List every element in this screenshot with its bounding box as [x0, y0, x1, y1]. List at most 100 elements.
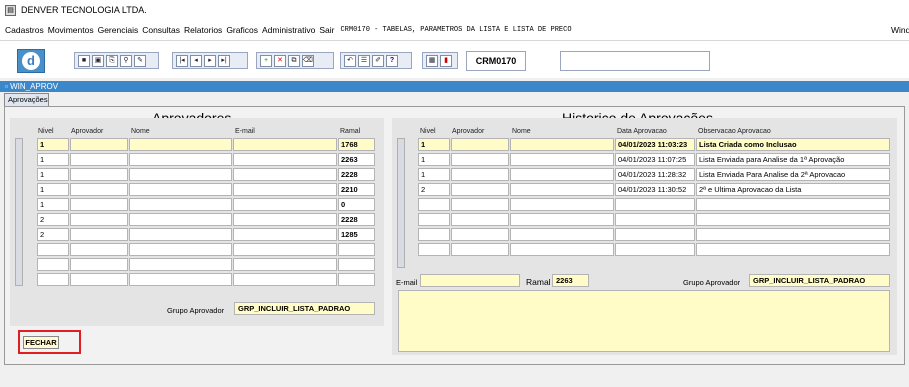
historico-cell-nome[interactable]: [510, 213, 614, 226]
aprovadores-cell-aprovador[interactable]: [70, 243, 128, 256]
aprovadores-cell-ramal[interactable]: 2228: [338, 168, 375, 181]
aprovadores-cell-email[interactable]: [233, 213, 337, 226]
historico-cell-nome[interactable]: [510, 198, 614, 211]
undo-icon[interactable]: ↶: [344, 54, 356, 67]
aprovadores-cell-nome[interactable]: [129, 153, 232, 166]
historico-cell-obs[interactable]: Lista Enviada Para Analise da 2ª Aprovac…: [696, 168, 890, 181]
historico-cell-nome[interactable]: [510, 183, 614, 196]
historico-cell-nivel[interactable]: 1: [418, 153, 450, 166]
historico-cell-nome[interactable]: [510, 168, 614, 181]
filter-icon[interactable]: ⚲: [120, 54, 132, 67]
historico-cell-obs[interactable]: [696, 198, 890, 211]
aprovadores-cell-aprovador[interactable]: [70, 153, 128, 166]
aprovadores-cell-nome[interactable]: [129, 258, 232, 271]
aprovadores-cell-ramal[interactable]: 1285: [338, 228, 375, 241]
observacao-textarea[interactable]: [398, 290, 890, 352]
aprovadores-cell-email[interactable]: [233, 273, 337, 286]
aprovadores-cell-email[interactable]: [233, 228, 337, 241]
historico-cell-nivel[interactable]: [418, 213, 450, 226]
historico-cell-data[interactable]: 04/01/2023 11:07:25: [615, 153, 695, 166]
historico-cell-nivel[interactable]: 2: [418, 183, 450, 196]
historico-cell-data[interactable]: 04/01/2023 11:28:32: [615, 168, 695, 181]
aprovadores-cell-nivel[interactable]: [37, 243, 69, 256]
historico-cell-nivel[interactable]: 1: [418, 138, 450, 151]
historico-cell-obs[interactable]: [696, 228, 890, 241]
aprovadores-cell-nivel[interactable]: 1: [37, 153, 69, 166]
aprovadores-cell-nome[interactable]: [129, 198, 232, 211]
aprovadores-cell-aprovador[interactable]: [70, 258, 128, 271]
aprovadores-cell-nivel[interactable]: 1: [37, 183, 69, 196]
menu-sair[interactable]: Sair: [319, 25, 334, 35]
menu-gerenciais[interactable]: Gerenciais: [98, 25, 139, 35]
historico-cell-nome[interactable]: [510, 243, 614, 256]
historico-cell-data[interactable]: 04/01/2023 11:30:52: [615, 183, 695, 196]
aprovadores-cell-aprovador[interactable]: [70, 273, 128, 286]
aprovadores-cell-nivel[interactable]: 1: [37, 168, 69, 181]
aprovadores-cell-email[interactable]: [233, 258, 337, 271]
historico-grupo-field[interactable]: GRP_INCLUIR_LISTA_PADRAO: [749, 274, 890, 287]
aprovadores-cell-nome[interactable]: [129, 243, 232, 256]
historico-cell-aprovador[interactable]: [451, 153, 509, 166]
print-icon[interactable]: ▣: [92, 54, 104, 67]
historico-cell-aprovador[interactable]: [451, 138, 509, 151]
menu-cadastros[interactable]: Cadastros: [5, 25, 44, 35]
calculator-icon[interactable]: ▦: [426, 54, 438, 67]
aprovadores-cell-aprovador[interactable]: [70, 168, 128, 181]
aprovadores-cell-nome[interactable]: [129, 273, 232, 286]
last-record-icon[interactable]: ▸|: [218, 54, 230, 67]
aprovadores-cell-ramal[interactable]: 2228: [338, 213, 375, 226]
aprovadores-cell-ramal[interactable]: 2210: [338, 183, 375, 196]
aprovadores-cell-email[interactable]: [233, 198, 337, 211]
menu-movimentos[interactable]: Movimentos: [48, 25, 94, 35]
aprovadores-cell-aprovador[interactable]: [70, 183, 128, 196]
aprovadores-cell-email[interactable]: [233, 138, 337, 151]
historico-cell-nivel[interactable]: [418, 243, 450, 256]
aprovadores-cell-aprovador[interactable]: [70, 198, 128, 211]
aprovadores-cell-nivel[interactable]: [37, 273, 69, 286]
aprovadores-cell-ramal[interactable]: 2263: [338, 153, 375, 166]
first-record-icon[interactable]: |◂: [176, 54, 188, 67]
historico-scrollbar[interactable]: [397, 138, 405, 268]
aprovadores-cell-nivel[interactable]: 2: [37, 228, 69, 241]
delete-record-icon[interactable]: ✕: [274, 54, 286, 67]
historico-cell-obs[interactable]: Lista Enviada para Analise da 1ª Aprovaç…: [696, 153, 890, 166]
insert-record-icon[interactable]: +: [260, 54, 272, 67]
menu-relatorios[interactable]: Relatorios: [184, 25, 222, 35]
historico-cell-data[interactable]: [615, 243, 695, 256]
historico-cell-nivel[interactable]: [418, 228, 450, 241]
menu-window[interactable]: Windo: [891, 25, 909, 35]
exit-icon[interactable]: ▮: [440, 54, 452, 67]
historico-cell-aprovador[interactable]: [451, 168, 509, 181]
historico-cell-aprovador[interactable]: [451, 213, 509, 226]
aprovadores-cell-nivel[interactable]: 1: [37, 138, 69, 151]
historico-cell-obs[interactable]: Lista Criada como Inclusao: [696, 138, 890, 151]
list-icon[interactable]: ☰: [358, 54, 370, 67]
aprovadores-cell-aprovador[interactable]: [70, 228, 128, 241]
historico-cell-nivel[interactable]: 1: [418, 168, 450, 181]
historico-cell-obs[interactable]: 2ª e Ultima Aprovacao da Lista: [696, 183, 890, 196]
aprovadores-cell-aprovador[interactable]: [70, 213, 128, 226]
aprovadores-cell-aprovador[interactable]: [70, 138, 128, 151]
historico-cell-nivel[interactable]: [418, 198, 450, 211]
historico-cell-nome[interactable]: [510, 153, 614, 166]
aprovadores-cell-ramal[interactable]: [338, 258, 375, 271]
aprovadores-grupo-field[interactable]: GRP_INCLUIR_LISTA_PADRAO: [234, 302, 375, 315]
aprovadores-cell-nivel[interactable]: 2: [37, 213, 69, 226]
menu-consultas[interactable]: Consultas: [142, 25, 180, 35]
historico-cell-nome[interactable]: [510, 138, 614, 151]
historico-cell-obs[interactable]: [696, 243, 890, 256]
aprovadores-cell-nivel[interactable]: 1: [37, 198, 69, 211]
historico-cell-nome[interactable]: [510, 228, 614, 241]
historico-cell-data[interactable]: [615, 198, 695, 211]
aprovadores-cell-email[interactable]: [233, 243, 337, 256]
next-record-icon[interactable]: ▸: [204, 54, 216, 67]
query-icon[interactable]: ✎: [134, 54, 146, 67]
historico-email-field[interactable]: [420, 274, 520, 287]
aprovadores-cell-ramal[interactable]: [338, 243, 375, 256]
prev-record-icon[interactable]: ◂: [190, 54, 202, 67]
historico-cell-aprovador[interactable]: [451, 198, 509, 211]
aprovadores-scrollbar[interactable]: [15, 138, 23, 286]
historico-cell-data[interactable]: 04/01/2023 11:03:23: [615, 138, 695, 151]
historico-cell-obs[interactable]: [696, 213, 890, 226]
copy-icon[interactable]: ⎘: [106, 54, 118, 67]
